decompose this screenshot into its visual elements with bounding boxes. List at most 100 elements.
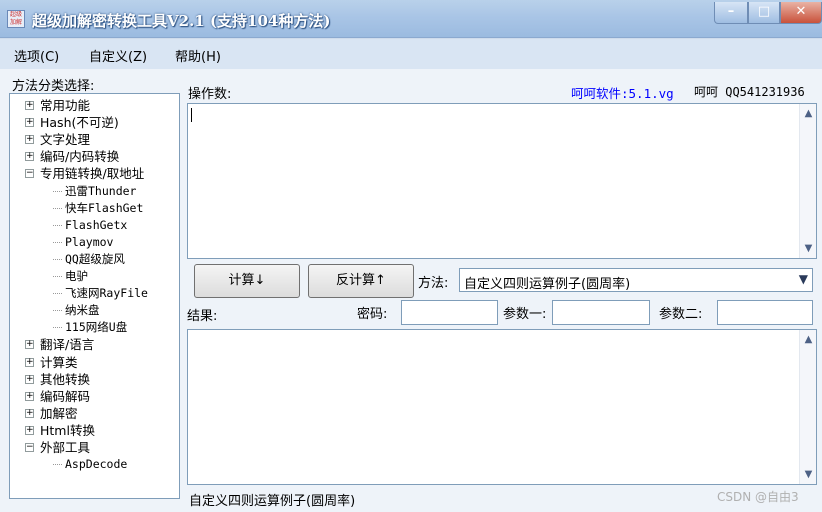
tree-child-item[interactable]: 电驴 [53,268,88,285]
website-link[interactable]: 呵呵软件:5.1.vg [571,83,674,102]
tree-category-item[interactable]: − 专用链转换/取地址 [25,165,144,182]
operand-label: 操作数: [188,87,232,102]
expand-icon[interactable]: + [25,340,34,350]
tree-category-item[interactable]: + Hash(不可逆) [25,114,119,131]
title-bar: 超级加解 超级加解密转换工具V2.1 (支持104种方法) – □ ✕ [0,0,822,38]
window-title: 超级加解密转换工具V2.1 (支持104种方法) [32,12,331,30]
expand-icon[interactable]: + [25,408,34,418]
tree-item-label: 外部工具 [40,440,91,455]
tree-item-label: 快车FlashGet [65,200,144,215]
tree-category-item[interactable]: − 外部工具 [25,439,91,456]
status-text: 自定义四则运算例子(圆周率) [189,494,356,509]
menu-bar: 选项(C) 自定义(Z) 帮助(H) [0,39,822,69]
method-select[interactable]: 自定义四则运算例子(圆周率) ▼ [459,268,813,292]
tree-connector [53,293,62,295]
tree-category-item[interactable]: + 加解密 [25,405,78,422]
expand-icon[interactable]: + [25,357,34,367]
tree-category-item[interactable]: + 计算类 [25,354,78,371]
scroll-down-icon[interactable]: ▼ [803,469,814,480]
close-button[interactable]: ✕ [780,2,822,24]
tree-category-item[interactable]: + 文字处理 [25,131,91,148]
tree-child-item[interactable]: 迅雷Thunder [53,183,137,200]
tree-connector [53,327,62,329]
expand-icon[interactable]: + [25,425,34,435]
minimize-button[interactable]: – [714,2,748,24]
tree-child-item[interactable]: 纳米盘 [53,302,100,319]
method-label: 方法: [418,276,449,291]
tree-category-item[interactable]: + 其他转换 [25,371,91,388]
watermark: CSDN @自由3 [717,490,799,504]
contact-text: 呵呵 QQ541231936 [694,85,805,99]
tree-item-label: QQ超级旋风 [65,251,125,266]
tree-item-label: 文字处理 [40,132,91,148]
expand-icon[interactable]: + [25,391,34,401]
tree-connector [53,190,62,192]
tree-item-label: 翻译/语言 [40,337,95,353]
tree-item-label: FlashGetx [65,217,128,232]
result-label: 结果: [187,309,218,324]
tree-child-item[interactable]: AspDecode [53,456,128,473]
tree-child-item[interactable]: Playmov [53,234,114,251]
menu-help[interactable]: 帮助(H) [175,46,221,65]
method-select-value: 自定义四则运算例子(圆周率) [464,277,631,292]
chevron-down-icon[interactable]: ▼ [799,272,808,286]
param1-field[interactable] [552,300,650,325]
tree-connector [53,276,62,277]
method-tree[interactable]: + 常用功能 + Hash(不可逆) + 文字处理 + 编码/内码转换 − 专用链转换/取地址 迅雷… [9,93,180,499]
operand-input[interactable]: ▲ ▼ [187,103,817,259]
expand-icon[interactable]: + [25,374,34,384]
tree-child-item[interactable]: 飞速网RayFile [53,285,148,302]
tree-category-item[interactable]: + 翻译/语言 [25,336,95,353]
scroll-up-icon[interactable]: ▲ [803,108,814,119]
tree-item-label: 纳米盘 [65,303,100,318]
tree-child-item[interactable]: QQ超级旋风 [53,251,125,268]
expand-icon[interactable]: + [25,152,34,162]
tree-connector [53,464,62,466]
tree-item-label: Playmov [65,234,114,249]
param1-label: 参数一: [503,307,547,322]
tree-item-label: 编码解码 [40,388,91,404]
password-field[interactable] [401,300,498,325]
tree-connector [53,258,62,260]
tree-item-label: 编码/内码转换 [40,149,120,165]
tree-connector [53,241,62,243]
param2-label: 参数二: [659,307,703,322]
tree-category-item[interactable]: + 常用功能 [25,97,90,114]
compute-button[interactable]: 计算↓ [194,264,300,298]
password-label: 密码: [357,307,388,322]
tree-category-item[interactable]: + 编码/内码转换 [25,148,120,165]
result-output[interactable]: ▲ ▼ [187,329,817,485]
menu-options[interactable]: 选项(C) [14,46,59,65]
app-icon: 超级加解 [7,10,25,28]
tree-item-label: 迅雷Thunder [65,183,137,198]
expand-icon[interactable]: + [25,135,34,145]
tree-item-label: 115网络U盘 [65,320,128,335]
text-caret [191,108,192,122]
reverse-compute-button[interactable]: 反计算↑ [308,264,414,298]
menu-custom[interactable]: 自定义(Z) [89,46,147,65]
tree-item-label: AspDecode [65,457,128,472]
collapse-icon[interactable]: − [25,443,34,452]
expand-icon[interactable]: + [25,118,34,128]
tree-category-item[interactable]: + 编码解码 [25,388,91,405]
collapse-icon[interactable]: − [25,169,34,179]
tree-child-item[interactable]: 快车FlashGet [53,200,144,217]
tree-item-label: 加解密 [40,405,78,421]
tree-connector [53,310,62,312]
tree-category-item[interactable]: + Html转换 [25,422,95,439]
tree-child-item[interactable]: 115网络U盘 [53,319,128,336]
maximize-button[interactable]: □ [748,2,780,24]
result-scrollbar[interactable]: ▲ ▼ [799,330,816,484]
scroll-down-icon[interactable]: ▼ [803,243,814,254]
tree-item-label: Hash(不可逆) [40,115,119,131]
tree-item-label: 其他转换 [40,371,91,387]
param2-field[interactable] [717,300,813,325]
tree-item-label: 飞速网RayFile [65,286,148,301]
tree-item-label: 电驴 [65,269,88,283]
tree-item-label: Html转换 [40,422,95,438]
scroll-up-icon[interactable]: ▲ [803,334,814,345]
tree-child-item[interactable]: FlashGetx [53,217,128,234]
expand-icon[interactable]: + [25,101,34,110]
sidebar-title: 方法分类选择: [12,79,95,94]
operand-scrollbar[interactable]: ▲ ▼ [799,104,816,258]
